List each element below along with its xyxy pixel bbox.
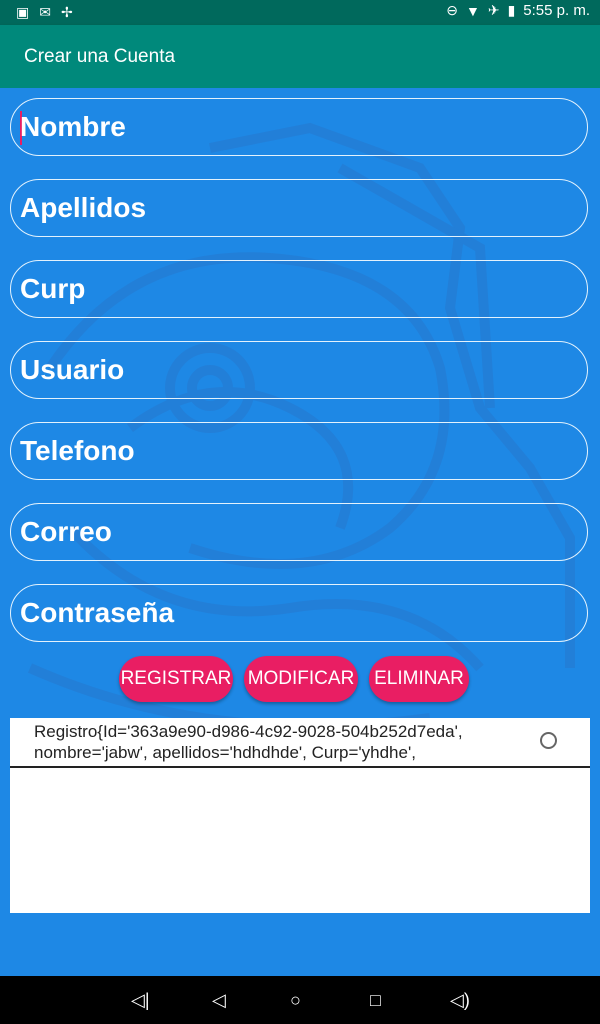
- apellidos-field[interactable]: Apellidos: [10, 179, 588, 237]
- correo-placeholder: Correo: [20, 516, 112, 547]
- records-list[interactable]: Registro{Id='363a9e90-d986-4c92-9028-504…: [10, 718, 590, 913]
- volume-down-icon[interactable]: ◁|: [131, 990, 150, 1011]
- back-icon[interactable]: ◁: [212, 990, 226, 1011]
- radio-button[interactable]: [540, 732, 557, 749]
- recents-icon[interactable]: □: [370, 990, 381, 1011]
- photo-icon: ▣: [16, 4, 30, 20]
- battery-icon: ▮: [507, 2, 516, 18]
- contrasena-field[interactable]: Contraseña: [10, 584, 588, 642]
- telefono-field[interactable]: Telefono: [10, 422, 588, 480]
- list-item[interactable]: Registro{Id='363a9e90-d986-4c92-9028-504…: [10, 718, 590, 768]
- registrar-button[interactable]: REGISTRAR: [119, 656, 233, 702]
- status-time: 5:55 p. m.: [523, 2, 590, 19]
- home-icon[interactable]: ○: [290, 990, 301, 1011]
- apellidos-placeholder: Apellidos: [20, 192, 147, 223]
- usuario-field[interactable]: Usuario: [10, 341, 588, 399]
- mail-icon: ✉: [39, 4, 51, 20]
- nombre-placeholder: Nombre: [20, 111, 126, 142]
- volume-up-icon[interactable]: ◁): [450, 990, 470, 1011]
- airplane-icon: ✈: [487, 2, 500, 18]
- curp-placeholder: Curp: [20, 273, 86, 304]
- status-bar-left-icons: ▣ ✉ ✢: [16, 3, 73, 21]
- status-bar-right: ⊖ ▼ ✈ ▮ 5:55 p. m.: [446, 2, 590, 19]
- navigation-bar: ◁| ◁ ○ □ ◁): [0, 976, 600, 1024]
- wifi-icon: ▼: [465, 2, 480, 19]
- modificar-button[interactable]: MODIFICAR: [244, 656, 358, 702]
- contrasena-placeholder: Contraseña: [20, 597, 175, 628]
- record-line-2: nombre='jabw', apellidos='hdhdhde', Curp…: [34, 743, 416, 762]
- curp-field[interactable]: Curp: [10, 260, 588, 318]
- status-bar: ▣ ✉ ✢ ⊖ ▼ ✈ ▮ 5:55 p. m.: [0, 0, 600, 25]
- nombre-field[interactable]: Nombre: [10, 98, 588, 156]
- record-line-1: Registro{Id='363a9e90-d986-4c92-9028-504…: [34, 722, 463, 741]
- telefono-placeholder: Telefono: [20, 435, 135, 466]
- app-bar: Crear una Cuenta: [0, 25, 600, 88]
- app-title: Crear una Cuenta: [24, 46, 176, 67]
- do-not-disturb-icon: ⊖: [446, 2, 458, 18]
- main-content: Nombre Apellidos Curp Usuario Telefono C…: [0, 88, 600, 976]
- eliminar-button[interactable]: ELIMINAR: [369, 656, 469, 702]
- fan-icon: ✢: [60, 4, 73, 20]
- usuario-placeholder: Usuario: [20, 354, 125, 385]
- record-text: Registro{Id='363a9e90-d986-4c92-9028-504…: [34, 721, 524, 763]
- correo-field[interactable]: Correo: [10, 503, 588, 561]
